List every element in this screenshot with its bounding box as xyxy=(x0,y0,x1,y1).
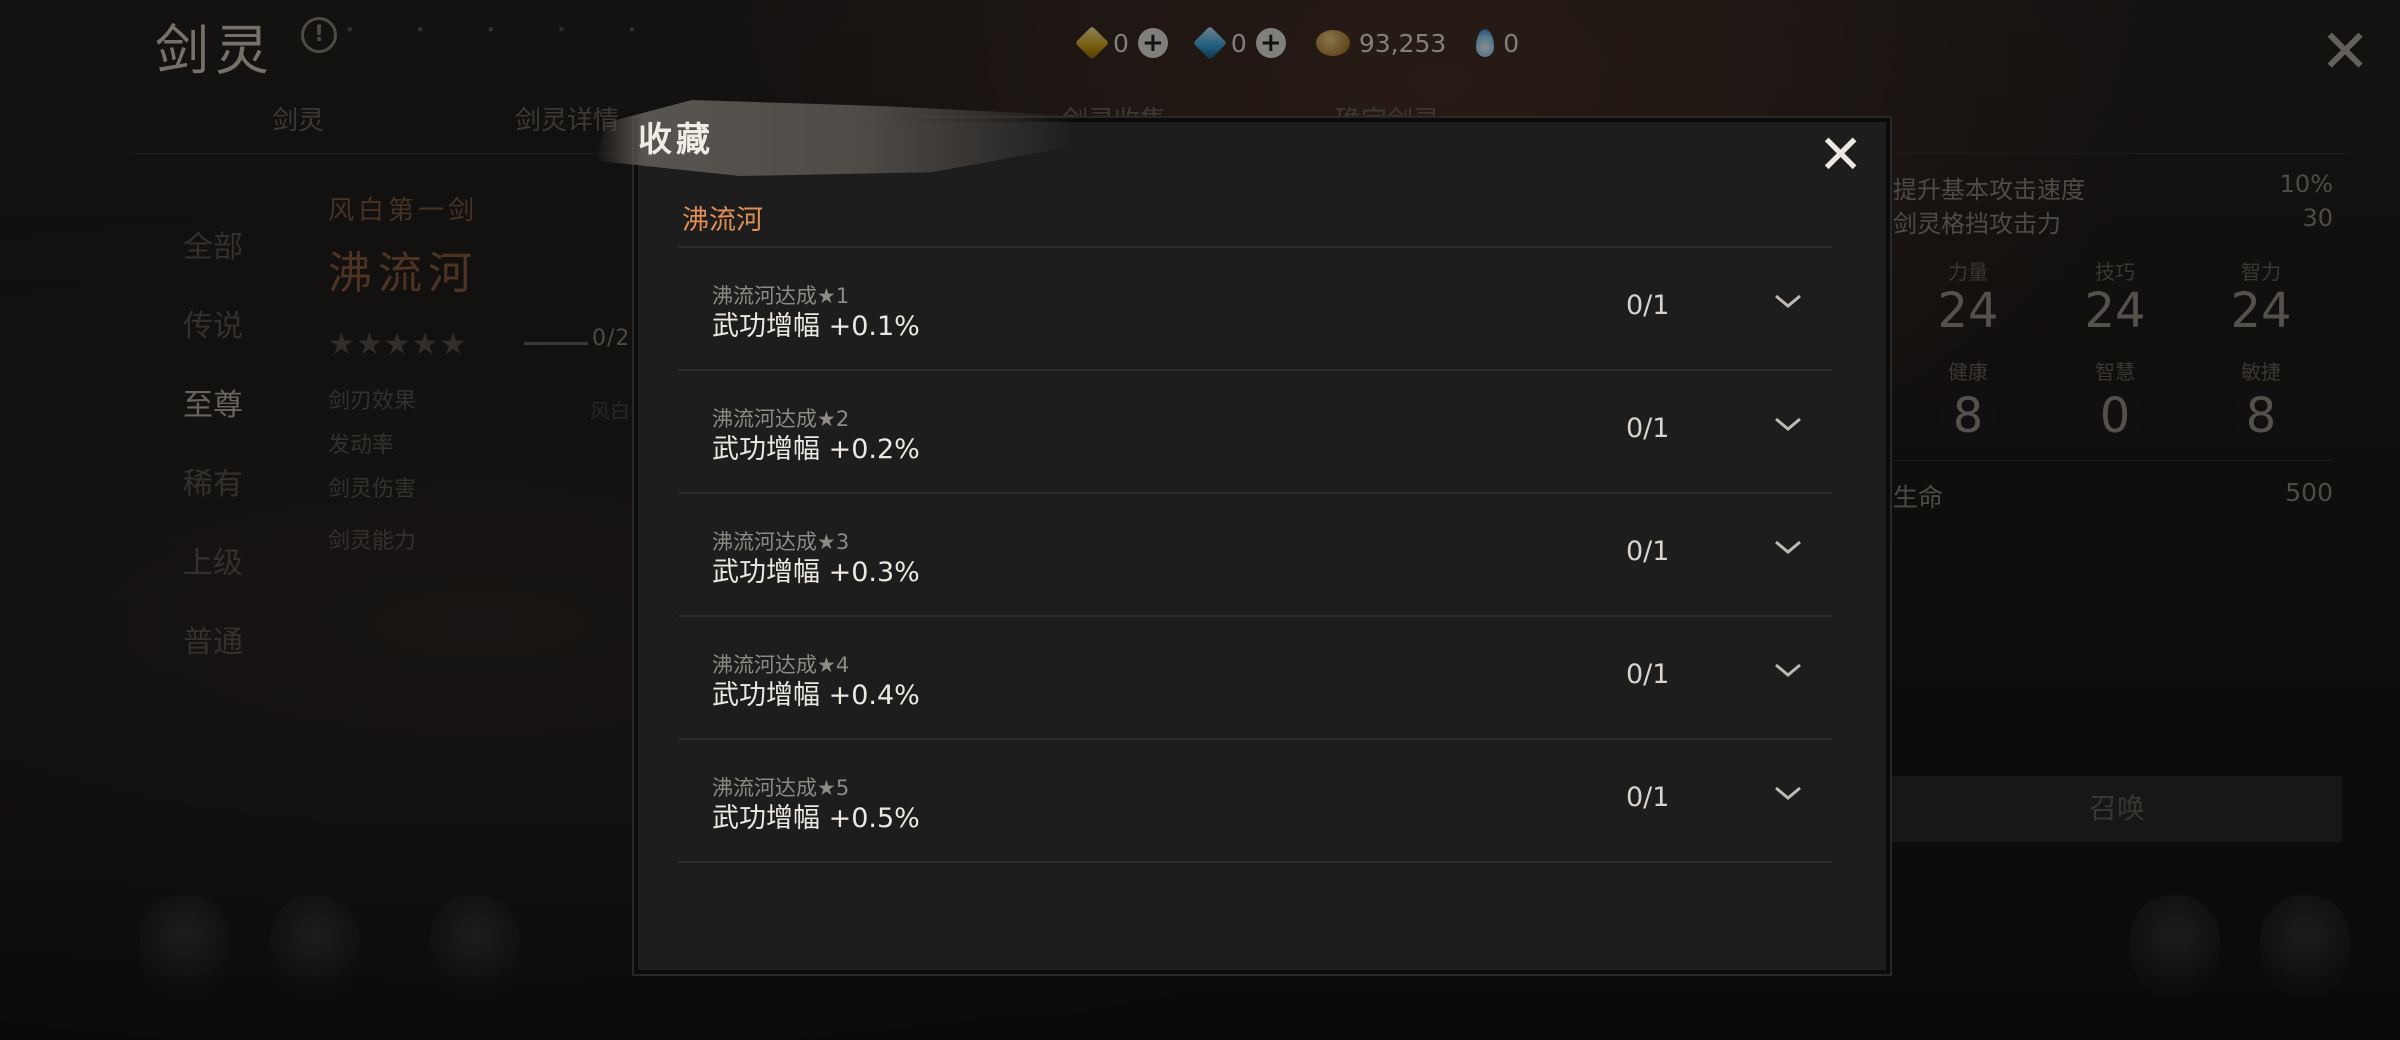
collection-item[interactable]: 沸流河达成★3 武功增幅 +0.3% 0/1 xyxy=(678,494,1832,617)
tab-blade-detail[interactable]: 剑灵详情 xyxy=(515,100,619,137)
stat-value: 24 xyxy=(2230,283,2292,339)
chevron-down-icon[interactable] xyxy=(1768,409,1808,439)
stat-label: 智力 xyxy=(2241,260,2281,284)
stat-row-value: 30 xyxy=(2302,204,2333,232)
blade-attribute: 发动率 xyxy=(328,433,395,458)
blade-icon[interactable] xyxy=(270,895,360,995)
blade-subtitle: 风白第一剑 xyxy=(328,196,479,226)
section-title: 沸流河 xyxy=(682,205,763,236)
stat-value: 8 xyxy=(2232,387,2290,445)
currency-value: 0 xyxy=(1113,28,1129,58)
collection-list: 沸流河达成★1 武功增幅 +0.1% 0/1 沸流河达成★2 武功增幅 +0.2… xyxy=(678,248,1832,863)
blade-name: 沸流河 xyxy=(328,248,478,299)
blade-icon[interactable] xyxy=(2260,895,2350,995)
stat-row-value: 10% xyxy=(2279,170,2333,198)
category-normal[interactable]: 普通 xyxy=(183,617,243,696)
stat-value: 24 xyxy=(1937,283,1999,339)
life-label: 生命 xyxy=(1893,483,1944,512)
top-close-icon[interactable]: ✕ xyxy=(2320,22,2370,82)
collection-item[interactable]: 沸流河达成★5 武功增幅 +0.5% 0/1 xyxy=(678,740,1832,863)
blade-attribute: 剑灵伤害 xyxy=(328,477,417,502)
info-icon[interactable]: ! xyxy=(301,17,337,53)
currency-blue-gem: 0 + xyxy=(1192,26,1286,60)
chevron-down-icon[interactable] xyxy=(1768,286,1808,316)
collection-item[interactable]: 沸流河达成★1 武功增幅 +0.1% 0/1 xyxy=(678,248,1832,371)
item-reward: 武功增幅 +0.1% xyxy=(712,311,920,342)
item-reward: 武功增幅 +0.2% xyxy=(712,434,920,465)
chevron-down-icon[interactable] xyxy=(1768,655,1808,685)
right-stats-panel: 提升基本攻击速度 10% 剑灵格挡攻击力 30 力量 24 技巧 24 智力 2… xyxy=(1893,170,2333,512)
stat-value: 24 xyxy=(2084,283,2146,339)
stat-agility: 敏捷 8 xyxy=(2201,356,2321,445)
item-reward: 武功增幅 +0.3% xyxy=(712,557,920,588)
stat-technique: 技巧 24 xyxy=(2055,256,2175,335)
currency-gold-coin: 93,253 xyxy=(1315,28,1447,58)
add-blue-gem-button[interactable]: + xyxy=(1255,28,1286,58)
blade-progress-bar xyxy=(524,342,588,345)
blade-icon[interactable] xyxy=(140,895,230,995)
item-progress: 0/1 xyxy=(1626,290,1670,321)
item-progress: 0/1 xyxy=(1626,413,1670,444)
category-superior[interactable]: 上级 xyxy=(183,538,243,617)
collection-item[interactable]: 沸流河达成★4 武功增幅 +0.4% 0/1 xyxy=(678,617,1832,740)
yellow-gem-icon xyxy=(1075,26,1109,60)
blade-icon[interactable] xyxy=(430,895,520,995)
category-list: 全部 传说 至尊 稀有 上级 普通 xyxy=(183,222,243,696)
currency-value: 93,253 xyxy=(1358,28,1447,58)
stats-divider xyxy=(1893,460,2333,461)
stat-label: 力量 xyxy=(1948,260,1988,284)
currency-value: 0 xyxy=(1230,28,1247,58)
stat-label: 健康 xyxy=(1948,360,1988,384)
stat-label: 敏捷 xyxy=(2241,360,2281,384)
category-all[interactable]: 全部 xyxy=(183,222,243,301)
star-rating: ★★★★★ xyxy=(328,327,468,362)
currency-value: 0 xyxy=(1503,28,1520,58)
stat-row-label: 提升基本攻击速度 xyxy=(1893,176,2085,204)
stat-health: 健康 8 xyxy=(1908,356,2028,445)
blade-stars: ★★★★★ 0/25 xyxy=(328,326,644,365)
chevron-down-icon[interactable] xyxy=(1768,778,1808,808)
chevron-down-icon[interactable] xyxy=(1768,532,1808,562)
blade-icon[interactable] xyxy=(2130,895,2220,995)
modal-close-icon[interactable]: ✕ xyxy=(1818,128,1863,182)
blade-side-text: 风白 xyxy=(590,399,630,423)
blue-flame-icon xyxy=(1476,29,1495,57)
collection-item[interactable]: 沸流河达成★2 武功增幅 +0.2% 0/1 xyxy=(678,371,1832,494)
category-legend[interactable]: 传说 xyxy=(183,301,243,380)
stat-strength: 力量 24 xyxy=(1908,256,2028,335)
stat-wisdom: 智慧 0 xyxy=(2055,356,2175,445)
stat-value: 0 xyxy=(2086,387,2144,445)
gold-coin-icon xyxy=(1315,30,1350,56)
blade-attribute: 剑刃效果 xyxy=(328,389,417,414)
life-value: 500 xyxy=(2285,478,2333,507)
stat-intelligence: 智力 24 xyxy=(2201,256,2321,335)
tab-blade[interactable]: 剑灵 xyxy=(272,100,324,137)
life-row: 生命 500 xyxy=(1893,478,2333,514)
currency-yellow-gem: 0 + xyxy=(1075,26,1168,60)
category-supreme[interactable]: 至尊 xyxy=(183,380,243,459)
item-reward: 武功增幅 +0.4% xyxy=(712,680,920,711)
stat-label: 智慧 xyxy=(2095,360,2135,384)
add-yellow-gem-button[interactable]: + xyxy=(1137,28,1168,58)
game-title: 剑灵 xyxy=(155,19,275,82)
blade-attribute: 剑灵能力 xyxy=(328,529,417,554)
category-rare[interactable]: 稀有 xyxy=(183,459,243,538)
summon-button[interactable]: 召唤 xyxy=(1892,776,2342,842)
header-dots: • • • • • xyxy=(345,20,665,39)
currency-blue-flame: 0 xyxy=(1476,29,1519,58)
currency-bar: 0 + 0 + 93,253 0 xyxy=(1075,24,1537,62)
stat-value: 8 xyxy=(1939,387,1997,445)
item-progress: 0/1 xyxy=(1626,536,1670,567)
stat-label: 技巧 xyxy=(2095,260,2135,284)
item-reward: 武功增幅 +0.5% xyxy=(712,803,920,834)
blue-gem-icon xyxy=(1192,26,1227,60)
stat-row: 剑灵格挡攻击力 30 xyxy=(1893,204,2333,238)
stat-row: 提升基本攻击速度 10% xyxy=(1893,170,2333,204)
modal-title: 收藏 xyxy=(638,120,714,160)
stat-row-label: 剑灵格挡攻击力 xyxy=(1893,210,2061,238)
item-progress: 0/1 xyxy=(1626,782,1670,813)
blade-detail: 风白第一剑 沸流河 ★★★★★ 0/25 剑刃效果 发动率 剑灵伤害 剑灵能力 xyxy=(328,190,644,554)
item-progress: 0/1 xyxy=(1626,659,1670,690)
